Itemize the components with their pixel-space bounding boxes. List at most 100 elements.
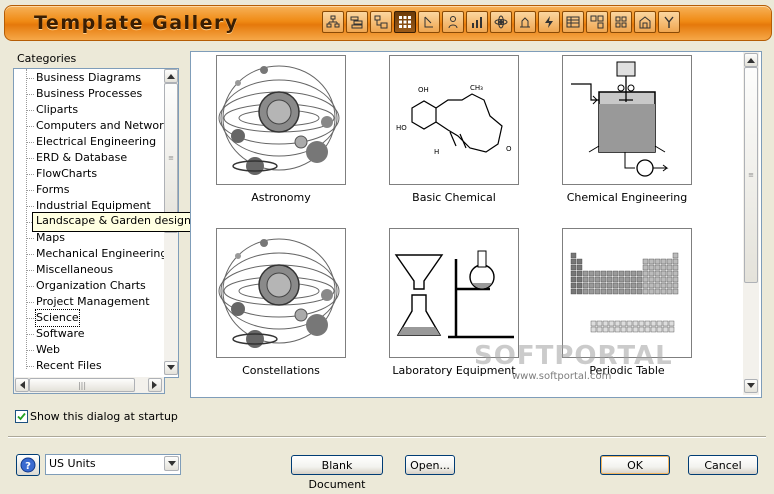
category-item[interactable]: Mechanical Engineering — [36, 246, 167, 262]
process-icon[interactable] — [346, 11, 368, 33]
category-item[interactable]: Software — [36, 326, 85, 342]
element-cell — [648, 264, 655, 271]
element-cell — [648, 270, 655, 277]
watermark-url: www.softportal.com — [512, 371, 612, 382]
table-icon[interactable] — [562, 11, 584, 33]
category-item[interactable]: Science — [35, 309, 80, 327]
startup-label[interactable]: Show this dialog at startup — [30, 410, 178, 423]
blank-document-button[interactable]: Blank Document — [291, 455, 383, 491]
diagram-icon[interactable] — [322, 11, 344, 33]
category-item[interactable]: ERD & Database — [36, 150, 127, 166]
categories-horizontal-scrollbar[interactable]: ||| — [13, 377, 165, 394]
scroll-left-icon[interactable] — [15, 378, 29, 392]
grid-icon[interactable] — [394, 11, 416, 33]
element-cell — [660, 282, 667, 289]
element-cell — [576, 288, 583, 295]
category-item[interactable]: Forms — [36, 182, 69, 198]
units-select[interactable]: US Units — [45, 454, 181, 475]
element-cell — [596, 320, 603, 327]
element-cell — [672, 282, 679, 289]
scroll-up-icon[interactable] — [164, 69, 178, 83]
chevron-down-icon[interactable] — [164, 456, 179, 471]
element-cell — [618, 288, 625, 295]
element-cell — [672, 270, 679, 277]
element-cell — [656, 326, 663, 333]
category-item[interactable]: Organization Charts — [36, 278, 146, 294]
element-cell — [642, 288, 649, 295]
category-item[interactable]: Maps — [36, 230, 65, 246]
open-button[interactable]: Open... — [405, 455, 455, 475]
fork-icon[interactable] — [658, 11, 680, 33]
element-cell — [608, 320, 615, 327]
category-item[interactable]: Project Management — [36, 294, 150, 310]
element-cell — [624, 276, 631, 283]
element-cell — [632, 326, 639, 333]
cancel-button[interactable]: Cancel — [688, 455, 758, 475]
template-basic-chemical[interactable]: OH HO CH₃ H O Basic Chemical — [389, 55, 519, 204]
category-item[interactable]: Recent Files — [36, 358, 102, 374]
category-item[interactable]: Cliparts — [36, 102, 78, 118]
tree-connector — [26, 334, 34, 335]
template-constellations[interactable]: Constellations — [216, 228, 346, 377]
element-cell — [672, 258, 679, 265]
element-cell — [600, 270, 607, 277]
element-cell — [642, 282, 649, 289]
element-cell — [654, 258, 661, 265]
scroll-thumb[interactable]: ≡ — [744, 67, 758, 283]
scroll-down-icon[interactable] — [164, 361, 178, 375]
checkmark-icon — [17, 412, 26, 421]
category-item[interactable]: Business Diagrams — [36, 70, 141, 86]
tree-connector — [26, 110, 34, 111]
electrical-icon[interactable] — [538, 11, 560, 33]
element-cell — [636, 288, 643, 295]
category-item[interactable]: Web — [36, 342, 60, 358]
ok-button[interactable]: OK — [600, 455, 670, 475]
element-cell — [612, 270, 619, 277]
scroll-down-icon[interactable] — [744, 379, 758, 393]
scroll-thumb[interactable]: ||| — [29, 378, 135, 392]
element-cell — [600, 282, 607, 289]
flow-icon[interactable] — [418, 11, 440, 33]
element-cell — [588, 282, 595, 289]
element-cell — [672, 252, 679, 259]
category-item[interactable]: Computers and Network — [36, 118, 170, 134]
science-icon[interactable] — [490, 11, 512, 33]
element-cell — [642, 270, 649, 277]
scroll-thumb[interactable]: ≡ — [164, 83, 178, 233]
startup-checkbox[interactable] — [15, 410, 28, 423]
help-button[interactable]: ? — [16, 454, 40, 476]
category-item[interactable]: Business Processes — [36, 86, 142, 102]
tree-connector — [26, 126, 34, 127]
element-cell — [624, 270, 631, 277]
tree-connector — [26, 254, 34, 255]
element-cell — [594, 282, 601, 289]
category-item[interactable]: FlowCharts — [36, 166, 97, 182]
category-item[interactable]: Miscellaneous — [36, 262, 113, 278]
app-title: Template Gallery — [34, 12, 239, 34]
reactor-icon — [571, 61, 669, 177]
element-cell — [660, 258, 667, 265]
element-cell — [638, 320, 645, 327]
chart-icon[interactable] — [466, 11, 488, 33]
element-cell — [626, 326, 633, 333]
tree-connector — [26, 190, 34, 191]
element-cell — [570, 276, 577, 283]
scroll-up-icon[interactable] — [744, 53, 758, 67]
tree-connector — [26, 158, 34, 159]
person-icon[interactable] — [442, 11, 464, 33]
software-icon[interactable] — [610, 11, 632, 33]
building-icon[interactable] — [634, 11, 656, 33]
network-icon[interactable] — [370, 11, 392, 33]
element-cell — [638, 326, 645, 333]
element-cell — [660, 264, 667, 271]
template-astronomy[interactable]: Astronomy — [216, 55, 346, 204]
category-item[interactable]: Electrical Engineering — [36, 134, 156, 150]
scroll-right-icon[interactable] — [148, 378, 162, 392]
element-cell — [668, 320, 675, 327]
template-chemical-engineering[interactable]: Chemical Engineering — [562, 55, 692, 204]
element-cell — [570, 264, 577, 271]
gallery-vertical-scrollbar[interactable]: ≡ — [743, 52, 759, 395]
org-icon[interactable] — [586, 11, 608, 33]
element-cell — [570, 258, 577, 265]
garden-icon[interactable] — [514, 11, 536, 33]
